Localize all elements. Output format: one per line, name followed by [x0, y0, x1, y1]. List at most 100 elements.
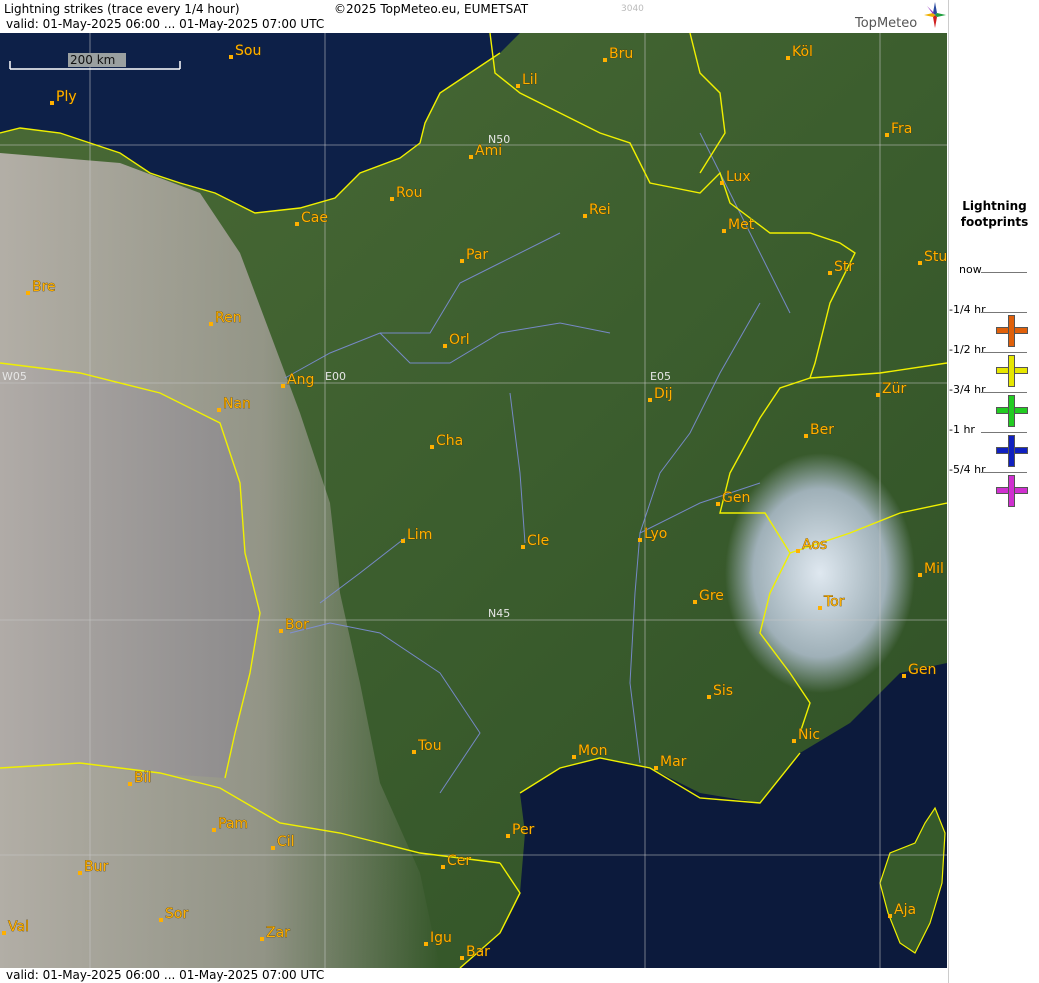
legend-item: -1 hr [949, 423, 1039, 467]
city-label: Sou [235, 43, 261, 59]
city-label: Cle [527, 533, 549, 549]
city-label: Par [466, 247, 488, 263]
city-dot [583, 214, 587, 218]
legend-item: -3/4 hr [949, 383, 1039, 427]
satellite-map[interactable]: N50 N45 E00 E05 W05 200 km Sou Ply Lil B… [0, 33, 947, 968]
alps-snow [725, 453, 915, 693]
city-label: Lil [522, 72, 538, 88]
city-dot [786, 56, 790, 60]
city-label: Rou [396, 185, 423, 201]
city-dot [469, 155, 473, 159]
city-label: Ang [287, 372, 314, 388]
footer-validity-text: valid: 01-May-2025 06:00 ... 01-May-2025… [6, 968, 325, 982]
city-label: Igu [430, 930, 452, 946]
city-dot [521, 545, 525, 549]
city-label: Gen [722, 490, 750, 506]
compass-star-icon [924, 2, 946, 28]
city-label: Cil [277, 834, 295, 850]
city-label: Str [834, 259, 854, 275]
city-dot [460, 259, 464, 263]
topmeteo-logo[interactable]: TopMeteo [852, 2, 947, 32]
legend-title-line2: footprints [960, 215, 1029, 229]
city-label: Tor [823, 594, 845, 610]
grid-label-w05: W05 [2, 370, 27, 383]
city-label: Cae [301, 210, 328, 226]
legend-item-label: -5/4 hr [949, 463, 986, 476]
city-label: Mil [924, 561, 944, 577]
city-label: Cha [436, 433, 463, 449]
city-marker: Gen [716, 490, 751, 506]
city-dot [506, 834, 510, 838]
legend-item-label: -1 hr [949, 423, 975, 436]
city-marker: Pam [212, 816, 248, 832]
city-dot [918, 573, 922, 577]
city-label: Lyo [644, 526, 667, 542]
city-label: Ber [810, 422, 834, 438]
city-label: Lux [726, 169, 751, 185]
city-dot [722, 229, 726, 233]
validity-text: valid: 01-May-2025 06:00 ... 01-May-2025… [6, 17, 325, 31]
city-dot [279, 629, 283, 633]
city-dot [918, 261, 922, 265]
city-label: Ply [56, 89, 77, 105]
city-label: Rei [589, 202, 611, 218]
city-dot [443, 344, 447, 348]
legend-item: -5/4 hr [949, 463, 1039, 507]
city-label: Fra [891, 121, 912, 137]
city-dot [885, 133, 889, 137]
city-label: Sor [165, 906, 188, 922]
city-dot [603, 58, 607, 62]
city-label: Cer [447, 853, 471, 869]
city-dot [281, 384, 285, 388]
grid-label-n45: N45 [488, 607, 510, 620]
grid-label-e05: E05 [650, 370, 671, 383]
city-label: Aja [894, 902, 916, 918]
city-dot [792, 739, 796, 743]
city-label: Bre [32, 279, 56, 295]
legend-item-label: now [959, 263, 982, 276]
city-dot [2, 931, 6, 935]
city-dot [888, 914, 892, 918]
city-label: Bur [84, 859, 108, 875]
city-dot [572, 755, 576, 759]
lightning-legend: Lightning footprints now -1/4 hr -1/2 hr -3… [948, 0, 1039, 983]
lightning-cross-icon [996, 475, 1028, 507]
city-dot [78, 871, 82, 875]
city-marker: Mon [572, 743, 608, 759]
city-dot [229, 55, 233, 59]
city-label: Stu [924, 249, 947, 265]
city-dot [212, 828, 216, 832]
city-dot [716, 502, 720, 506]
legend-divider [981, 352, 1027, 353]
map-canvas[interactable]: N50 N45 E00 E05 W05 200 km SouPlyLilBru … [0, 33, 947, 968]
legend-title-line1: Lightning [962, 199, 1027, 213]
legend-item-label: -1/2 hr [949, 343, 986, 356]
city-label: Bru [609, 46, 633, 62]
legend-item-label: -1/4 hr [949, 303, 986, 316]
city-label: Gen [908, 662, 936, 678]
city-marker: Nan [217, 396, 251, 412]
city-label: Mon [578, 743, 608, 759]
city-label: Orl [449, 332, 470, 348]
legend-item: -1/4 hr [949, 303, 1039, 347]
city-dot [828, 271, 832, 275]
city-dot [26, 291, 30, 295]
city-label: Pam [218, 816, 248, 832]
city-marker: Gen [902, 662, 937, 678]
city-dot [159, 918, 163, 922]
city-dot [876, 393, 880, 397]
legend-item-label: -3/4 hr [949, 383, 986, 396]
city-dot [707, 695, 711, 699]
city-label: Per [512, 822, 535, 838]
city-label: Lim [407, 527, 432, 543]
legend-item: -1/2 hr [949, 343, 1039, 387]
legend-title: Lightning footprints [949, 198, 1039, 230]
city-dot [217, 408, 221, 412]
copyright-text: ©2025 TopMeteo.eu, EUMETSAT [334, 2, 529, 16]
city-dot [412, 750, 416, 754]
city-label: Ren [215, 310, 242, 326]
city-label: Dij [654, 386, 673, 402]
city-dot [818, 606, 822, 610]
city-dot [638, 538, 642, 542]
city-label: Gre [699, 588, 724, 604]
